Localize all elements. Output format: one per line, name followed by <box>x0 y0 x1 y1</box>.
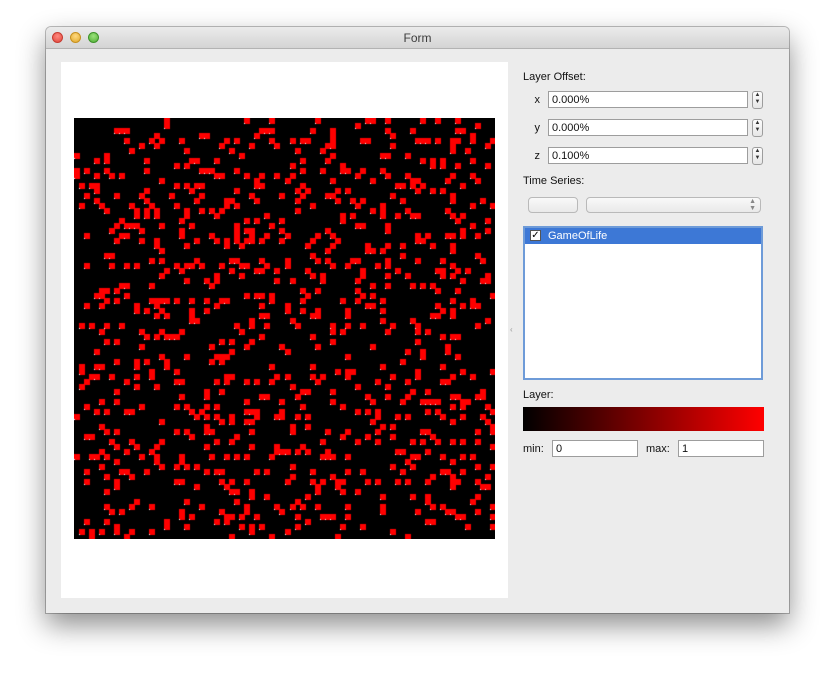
layer-name: GameOfLife <box>548 230 608 242</box>
time-series-button[interactable] <box>528 197 578 213</box>
layer-visible-checkbox[interactable]: ✓ <box>530 230 541 241</box>
offset-z-stepper-icon[interactable]: ▲ ▼ <box>752 147 763 165</box>
visualization-panel <box>61 62 508 598</box>
offset-y-stepper-icon[interactable]: ▲ ▼ <box>752 119 763 137</box>
max-label: max: <box>646 443 670 455</box>
list-item[interactable]: ✓ GameOfLife <box>525 228 761 244</box>
offset-y-label: y <box>534 122 541 134</box>
window-title: Form <box>403 31 432 45</box>
min-input[interactable] <box>552 440 638 457</box>
offset-z-input[interactable] <box>548 147 748 164</box>
offset-x-label: x <box>534 94 541 106</box>
colormap-gradient <box>523 407 764 431</box>
updown-chevron-icon: ▲ ▼ <box>749 198 756 212</box>
layers-list[interactable]: ✓ GameOfLife <box>523 226 763 380</box>
time-series-combo[interactable]: ▲ ▼ <box>586 197 761 213</box>
min-label: min: <box>523 443 544 455</box>
offset-y-input[interactable] <box>548 119 748 136</box>
max-input[interactable] <box>678 440 764 457</box>
title-bar: Form <box>46 27 789 49</box>
offset-x-input[interactable] <box>548 91 748 108</box>
game-of-life-canvas[interactable] <box>74 118 495 539</box>
layer-label: Layer: <box>523 389 554 401</box>
offset-z-label: z <box>534 150 541 162</box>
splitter-handle-icon[interactable]: ‹ <box>510 325 513 334</box>
offset-x-stepper-icon[interactable]: ▲ ▼ <box>752 91 763 109</box>
app-window: Form ‹ Layer Offset: x ▲▼ y ▲▼ z ▲▼ Time… <box>46 27 789 613</box>
time-series-label: Time Series: <box>523 175 585 187</box>
layer-offset-label: Layer Offset: <box>523 71 586 83</box>
